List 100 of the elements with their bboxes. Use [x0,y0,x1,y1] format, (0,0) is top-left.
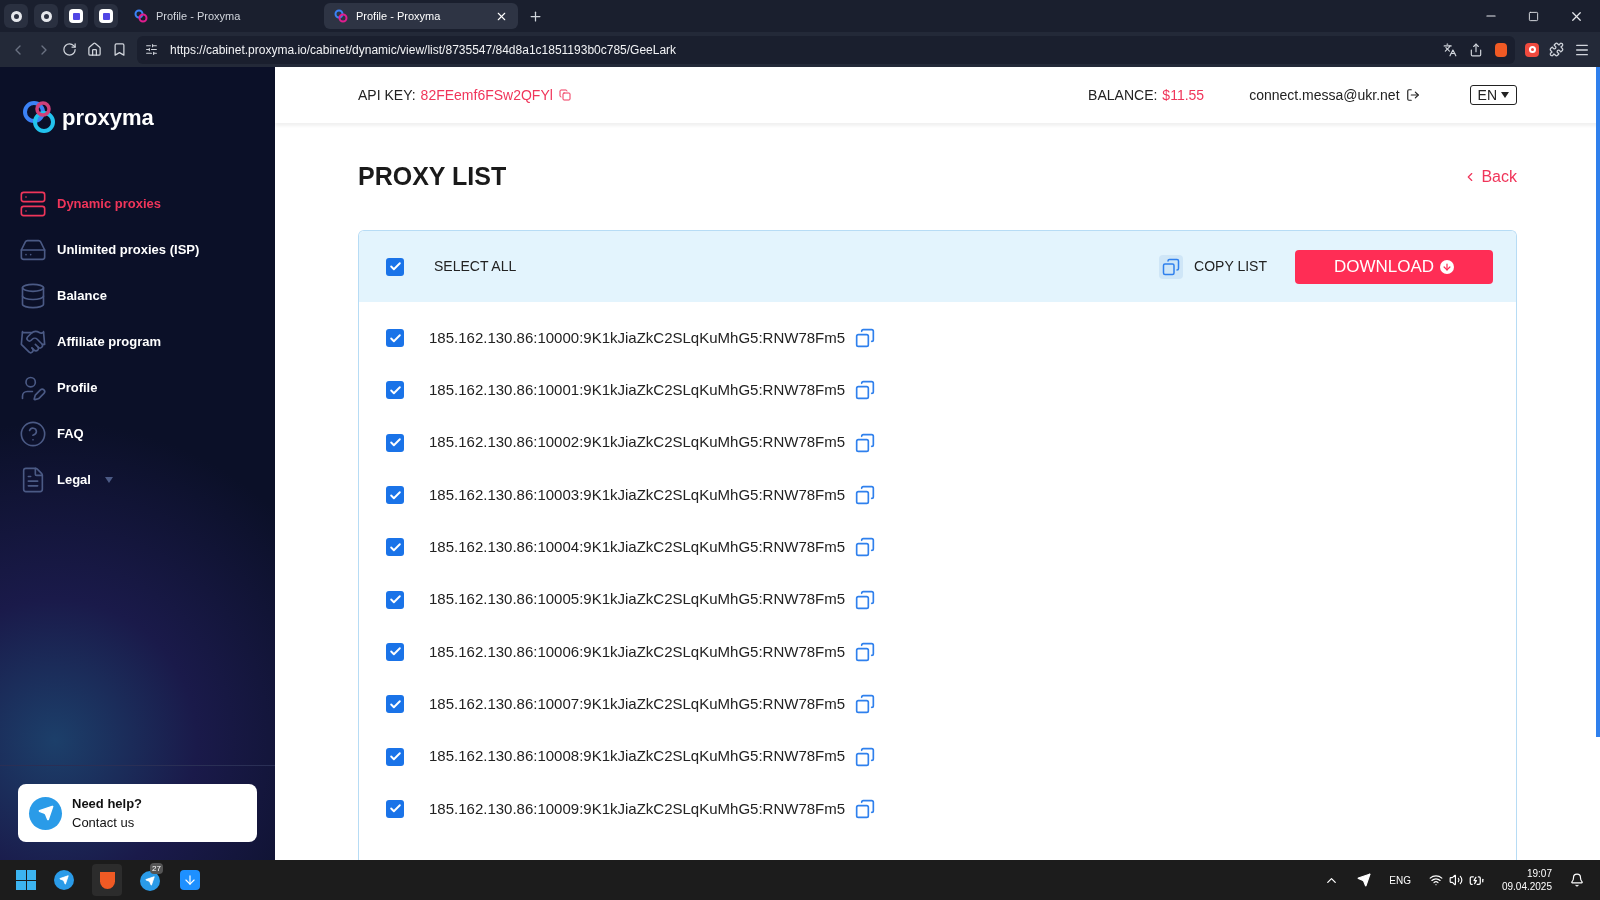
proxyma-logo-icon [334,9,348,23]
telegram-icon[interactable] [54,870,74,890]
address-field[interactable]: https://cabinet.proxyma.io/cabinet/dynamic/view/list/8735547/84d8a1c1851193b0c785/GeeLark [137,35,1515,64]
download-icon [1440,259,1455,274]
volume-icon[interactable] [1448,873,1463,887]
proxy-string: 185.162.130.86:10008:9K1kJiaZkC2SLqKuMhG5:RNW78Fm5 [429,746,846,767]
copy-icon[interactable] [855,589,876,610]
checkmark-icon [388,331,402,345]
balance-label: BALANCE: [1088,85,1158,105]
server-icon [19,189,47,218]
telegram-icon[interactable] [140,871,160,891]
notification-badge: 27 [150,863,163,874]
copy-icon[interactable] [855,432,876,453]
checkbox[interactable] [386,695,404,714]
checkbox[interactable] [386,433,404,452]
proxy-string: 185.162.130.86:10004:9K1kJiaZkC2SLqKuMhG5:RNW78Fm5 [429,537,846,558]
sidebar-item[interactable]: Profile [19,373,275,402]
back-link[interactable]: Back [1463,165,1517,189]
checkmark-icon [388,697,402,711]
user-email: connect.messa@ukr.net [1249,85,1400,105]
proxy-string: 185.162.130.86:10005:9K1kJiaZkC2SLqKuMhG5:RNW78Fm5 [429,589,846,610]
sidebar-item[interactable]: Legal [19,465,275,494]
checkbox[interactable] [386,257,404,276]
proxy-string: 185.162.130.86:10009:9K1kJiaZkC2SLqKuMhG5:RNW78Fm5 [429,798,846,819]
sidebar-item[interactable]: Affiliate program [19,327,275,356]
browser-tab[interactable]: Profile - Proxyma [124,3,318,29]
copy-icon[interactable] [855,641,876,662]
proxy-string: 185.162.130.86:10007:9K1kJiaZkC2SLqKuMhG5:RNW78Fm5 [429,693,846,714]
proxy-string: 185.162.130.86:10003:9K1kJiaZkC2SLqKuMhG5:RNW78Fm5 [429,484,846,505]
checkmark-icon [388,383,402,397]
checkbox[interactable] [386,329,404,348]
copy-icon[interactable] [855,746,876,767]
checkbox[interactable] [386,381,404,400]
select-all-label: SELECT ALL [434,257,518,276]
api-key-value: 82FEemf6FSw2QFYl [420,85,553,105]
copy-icon[interactable] [855,328,876,349]
clock-date: 09.04.2025 [1501,880,1552,893]
sidebar-item[interactable]: FAQ [19,419,275,448]
site-settings-icon[interactable] [145,43,158,56]
checkmark-icon [388,260,402,273]
checkmark-icon [388,750,402,763]
download-button[interactable]: DOWNLOAD [1295,249,1493,284]
proxy-string: 185.162.130.86:10002:9K1kJiaZkC2SLqKuMhG5:RNW78Fm5 [429,432,846,453]
handshake-icon [19,327,47,356]
logo-text: proxyma [62,104,154,132]
copy-icon[interactable] [855,380,876,401]
checkbox[interactable] [386,642,404,661]
reload-icon[interactable] [62,42,77,57]
pinned-tab-icon[interactable] [94,4,118,28]
pinned-tab-icon[interactable] [34,4,58,28]
home-icon[interactable] [87,42,102,57]
checkbox[interactable] [386,486,404,505]
checkbox[interactable] [386,747,404,766]
copy-icon [1159,254,1184,279]
extensions-icon[interactable] [1549,42,1564,57]
api-key-label: API KEY: [358,85,416,105]
proxy-string: 185.162.130.86:10000:9K1kJiaZkC2SLqKuMhG5:RNW78Fm5 [429,327,846,348]
copy-icon[interactable] [855,798,876,819]
help-title: Need help? [72,794,143,813]
page-title: PROXY LIST [358,161,508,193]
balance-value: $11.55 [1162,85,1205,105]
language-select[interactable]: EN [1469,85,1517,105]
logout-icon[interactable] [1405,88,1420,102]
contact-link[interactable]: Contact us [72,813,143,833]
help-icon [19,419,47,448]
app-icon[interactable] [180,870,200,890]
copy-icon[interactable] [855,537,876,558]
sidebar-item[interactable]: Dynamic proxies [19,189,275,218]
proxyma-logo-icon [134,9,148,23]
checkmark-icon [388,540,402,554]
start-icon[interactable] [16,870,36,890]
sidebar-item[interactable]: Balance [19,281,275,310]
copy-icon[interactable] [855,485,876,506]
clock-time: 19:07 [1526,867,1552,880]
checkbox[interactable] [386,538,404,557]
checkbox[interactable] [386,590,404,609]
pinned-tab-icon[interactable] [64,4,88,28]
copy-list-button[interactable]: COPY LIST [1159,254,1267,279]
proxy-string: 185.162.130.86:10001:9K1kJiaZkC2SLqKuMhG5:RNW78Fm5 [429,380,846,401]
checkmark-icon [388,488,402,502]
sidebar-item[interactable]: Unlimited proxies (ISP) [19,235,275,264]
caret-icon [104,476,113,483]
telegram-tray-icon[interactable] [1357,873,1372,887]
wifi-icon[interactable] [1428,873,1443,887]
new-tab-icon[interactable] [528,8,543,24]
language-indicator[interactable]: ENG [1389,872,1411,888]
telegram-icon [29,796,62,830]
translate-icon[interactable] [1443,42,1457,57]
copy-icon[interactable] [855,694,876,715]
help-card[interactable]: Need help? Contact us [18,784,257,842]
proxy-string: 185.162.130.86:10006:9K1kJiaZkC2SLqKuMhG5:RNW78Fm5 [429,641,846,662]
browser-tab[interactable]: Profile - Proxyma [324,3,518,29]
extension-icon[interactable] [1525,42,1539,57]
checkbox[interactable] [386,799,404,818]
pinned-tab-icon[interactable] [4,4,28,28]
bookmark-icon[interactable] [112,42,127,57]
copy-icon[interactable] [558,89,571,101]
restore-icon[interactable] [1528,10,1539,22]
share-icon[interactable] [1469,42,1483,57]
notifications-icon[interactable] [1570,873,1584,887]
